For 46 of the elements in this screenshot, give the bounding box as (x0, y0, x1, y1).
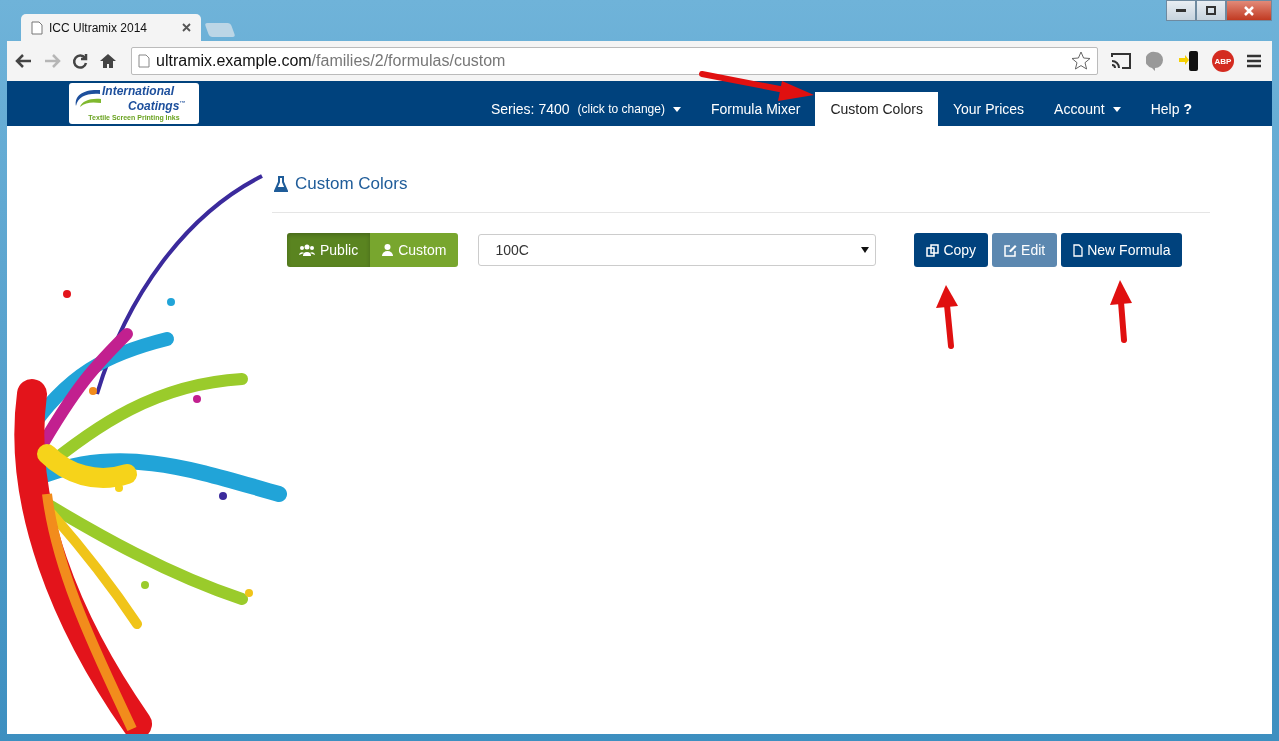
reload-icon[interactable] (71, 52, 89, 70)
nav-dropdown[interactable]: Series: 7400 (click to change) (475, 92, 696, 126)
close-button[interactable] (1226, 0, 1272, 21)
menu-icon[interactable] (1246, 53, 1262, 69)
formula-select[interactable]: 100C (478, 234, 877, 266)
flask-icon (274, 176, 288, 192)
person-icon (382, 244, 394, 256)
toggle-button[interactable]: Public (287, 233, 371, 267)
page-heading: Custom Colors (295, 174, 408, 194)
address-bar[interactable]: ultramix.example.com/families/2/formulas/custom (131, 47, 1098, 75)
logo-text: International (102, 84, 176, 97)
nav-tab[interactable]: Help ? (1135, 92, 1207, 126)
caret-icon (861, 247, 870, 253)
close-icon[interactable] (182, 23, 191, 32)
home-icon[interactable] (99, 52, 117, 70)
star-icon[interactable] (1071, 51, 1091, 71)
adblock-icon[interactable]: ABP (1212, 50, 1234, 72)
browser-tab[interactable]: ICC Ultramix 2014 (21, 14, 201, 41)
caret-icon (672, 106, 681, 112)
document-icon (1073, 243, 1084, 257)
pointer-arrow (1110, 280, 1132, 343)
phone-icon[interactable] (1178, 50, 1200, 72)
pencil-square-icon (1004, 243, 1018, 257)
caret-icon (1112, 106, 1121, 112)
nav-dropdown[interactable]: Account (1039, 92, 1136, 126)
page-icon (138, 54, 150, 68)
pointer-arrow (936, 285, 958, 349)
maximize-icon (1206, 6, 1216, 15)
new-formula-button[interactable]: New Formula (1061, 233, 1183, 267)
url-text: ultramix.example.com/families/2/formulas/custom (156, 52, 507, 70)
logo-text: Coatings$^{™}$ (127, 97, 186, 112)
minimize-icon (1176, 8, 1186, 13)
nav-tab[interactable]: Your Prices (937, 92, 1040, 126)
copy-icon (926, 243, 940, 257)
close-icon (1244, 5, 1254, 16)
nav-tab[interactable]: Custom Colors (815, 92, 938, 126)
minimize-button[interactable] (1166, 0, 1196, 21)
maximize-button[interactable] (1196, 0, 1226, 21)
chat-bubble-icon[interactable] (1146, 51, 1164, 71)
back-icon[interactable] (15, 52, 33, 70)
page-icon (31, 20, 43, 35)
nav-tab[interactable]: Formula Mixer (695, 92, 816, 126)
cast-icon[interactable] (1110, 52, 1132, 70)
people-icon (299, 244, 315, 256)
tab-title: ICC Ultramix 2014 (49, 20, 149, 35)
copy-button[interactable]: Copy (914, 233, 989, 267)
